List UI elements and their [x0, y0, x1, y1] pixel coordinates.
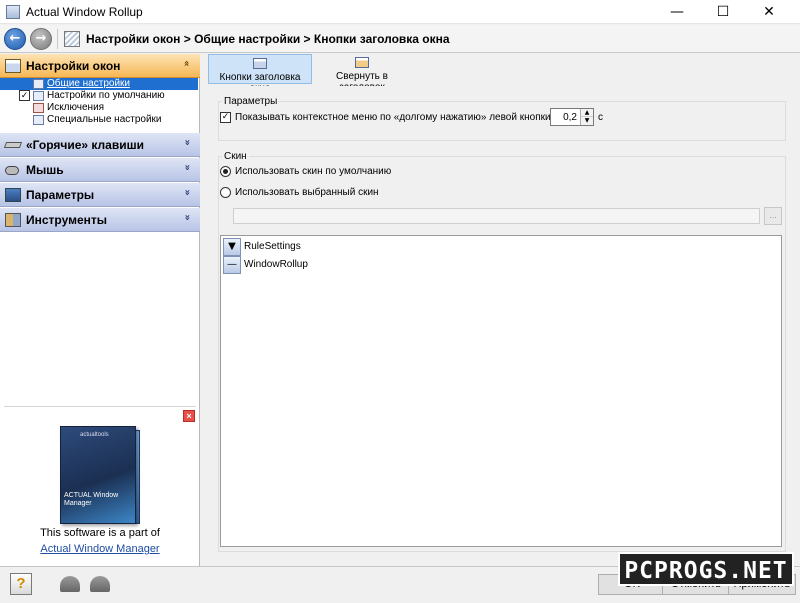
- spin-down-icon[interactable]: ▼: [580, 117, 593, 125]
- special-settings-icon: [33, 115, 44, 125]
- tab-roll-up-to-title[interactable]: Свернуть в заголовок: [312, 54, 412, 93]
- sidebar-group-mouse[interactable]: Мышь »: [0, 158, 200, 182]
- long-press-label: Показывать контекстное меню по «долгому …: [235, 112, 582, 123]
- tree-item-general-settings[interactable]: Общие настройки: [0, 78, 198, 90]
- close-promo-icon[interactable]: ×: [183, 410, 195, 422]
- tree-item-exclusions[interactable]: Исключения: [0, 102, 198, 114]
- toolbar-divider: [57, 29, 58, 49]
- tools-icon: [5, 213, 21, 227]
- tree-item-label: Общие настройки: [47, 78, 130, 89]
- keyboard-icon: [3, 142, 23, 148]
- back-button[interactable]: ←: [4, 28, 26, 50]
- minimize-button[interactable]: —: [654, 0, 700, 24]
- skin-legend: Скин: [222, 151, 249, 162]
- chevron-up-icon: »: [181, 60, 193, 67]
- sidebar-group-label: Мышь: [26, 163, 64, 177]
- parameters-legend: Параметры: [222, 96, 280, 107]
- skin-preview-list[interactable]: ▼ RuleSettings — WindowRollup: [220, 235, 782, 547]
- delay-unit: с: [598, 112, 603, 123]
- long-press-delay-stepper[interactable]: 0,2 ▲ ▼: [550, 108, 594, 126]
- chevron-down-icon: »: [181, 139, 193, 146]
- tree-item-label: Специальные настройки: [47, 114, 162, 125]
- sidebar-group-label: «Горячие» клавиши: [26, 138, 144, 152]
- undo-icon[interactable]: [60, 576, 80, 592]
- sidebar: Настройки окон » Общие настройки ✓ Настр…: [0, 54, 200, 566]
- chevron-down-icon: »: [181, 189, 193, 196]
- redo-icon[interactable]: [90, 576, 110, 592]
- tree-item-label: Настройки по умолчанию: [47, 90, 165, 101]
- sidebar-group-tools[interactable]: Инструменты »: [0, 208, 200, 232]
- window-title: Actual Window Rollup: [26, 5, 143, 19]
- list-item-label: RuleSettings: [244, 241, 301, 252]
- breadcrumb: Настройки окон > Общие настройки > Кнопк…: [86, 32, 450, 46]
- chevron-down-icon: »: [181, 164, 193, 171]
- spin-up-icon[interactable]: ▲: [580, 109, 593, 117]
- tree-item-default-settings[interactable]: ✓ Настройки по умолчанию: [0, 90, 198, 102]
- roll-up-icon: [355, 57, 369, 68]
- default-settings-checkbox[interactable]: ✓: [19, 90, 30, 101]
- settings-page-icon: [64, 31, 80, 47]
- product-box-title: ACTUAL Window Manager: [64, 492, 119, 507]
- window-icon: [33, 79, 44, 89]
- sidebar-group-parameters[interactable]: Параметры »: [0, 183, 200, 207]
- long-press-checkbox[interactable]: ✓: [220, 112, 231, 123]
- long-press-delay-value: 0,2: [563, 112, 577, 123]
- navigation-bar: ← → Настройки окон > Общие настройки > К…: [0, 25, 800, 53]
- sidebar-group-label: Инструменты: [26, 213, 108, 227]
- chosen-skin-radio[interactable]: [220, 187, 231, 198]
- sidebar-group-window-settings[interactable]: Настройки окон »: [0, 54, 200, 78]
- sidebar-group-hotkeys[interactable]: «Горячие» клавиши »: [0, 133, 200, 157]
- forward-button[interactable]: →: [30, 28, 52, 50]
- watermark: PCPROGS.NET: [618, 552, 794, 586]
- product-box-brand: actualtools: [80, 432, 109, 438]
- mouse-icon: [5, 166, 19, 175]
- list-item[interactable]: ▼ RuleSettings: [223, 238, 779, 256]
- tab-title-buttons[interactable]: Кнопки заголовка окна: [208, 54, 312, 94]
- tab-bar: Кнопки заголовка окна Свернуть в заголов…: [204, 54, 800, 94]
- chosen-skin-label: Использовать выбранный скин: [235, 187, 379, 198]
- list-item-label: WindowRollup: [244, 259, 308, 270]
- settings-content: Параметры ✓ Показывать контекстное меню …: [204, 86, 800, 566]
- app-icon: [6, 5, 20, 19]
- default-skin-radio[interactable]: [220, 166, 231, 177]
- title-buttons-icon: [253, 58, 267, 69]
- skin-path-input[interactable]: [233, 208, 760, 224]
- promo-divider: [4, 406, 196, 407]
- window-icon: [33, 91, 44, 101]
- help-icon[interactable]: ?: [10, 573, 32, 595]
- sidebar-group-label: Настройки окон: [26, 59, 121, 73]
- tree-item-special-settings[interactable]: Специальные настройки: [0, 114, 198, 126]
- rule-settings-button-icon: ▼: [223, 238, 241, 256]
- sidebar-group-label: Параметры: [26, 188, 95, 202]
- chevron-down-icon: »: [181, 214, 193, 221]
- tree-item-label: Исключения: [47, 102, 105, 113]
- product-box-image: [60, 426, 136, 524]
- title-bar: Actual Window Rollup — ☐ ✕: [0, 0, 800, 24]
- window-settings-icon: [5, 59, 21, 73]
- window-rollup-button-icon: —: [223, 256, 241, 274]
- promo-text: This software is a part of: [40, 527, 160, 539]
- parameters-icon: [5, 188, 21, 202]
- browse-skin-button[interactable]: ...: [764, 207, 782, 225]
- default-skin-label: Использовать скин по умолчанию: [235, 166, 392, 177]
- close-button[interactable]: ✕: [746, 0, 792, 24]
- promo-link[interactable]: Actual Window Manager: [0, 543, 200, 555]
- exclusions-icon: [33, 103, 44, 113]
- list-item[interactable]: — WindowRollup: [223, 256, 779, 274]
- maximize-button[interactable]: ☐: [700, 0, 746, 24]
